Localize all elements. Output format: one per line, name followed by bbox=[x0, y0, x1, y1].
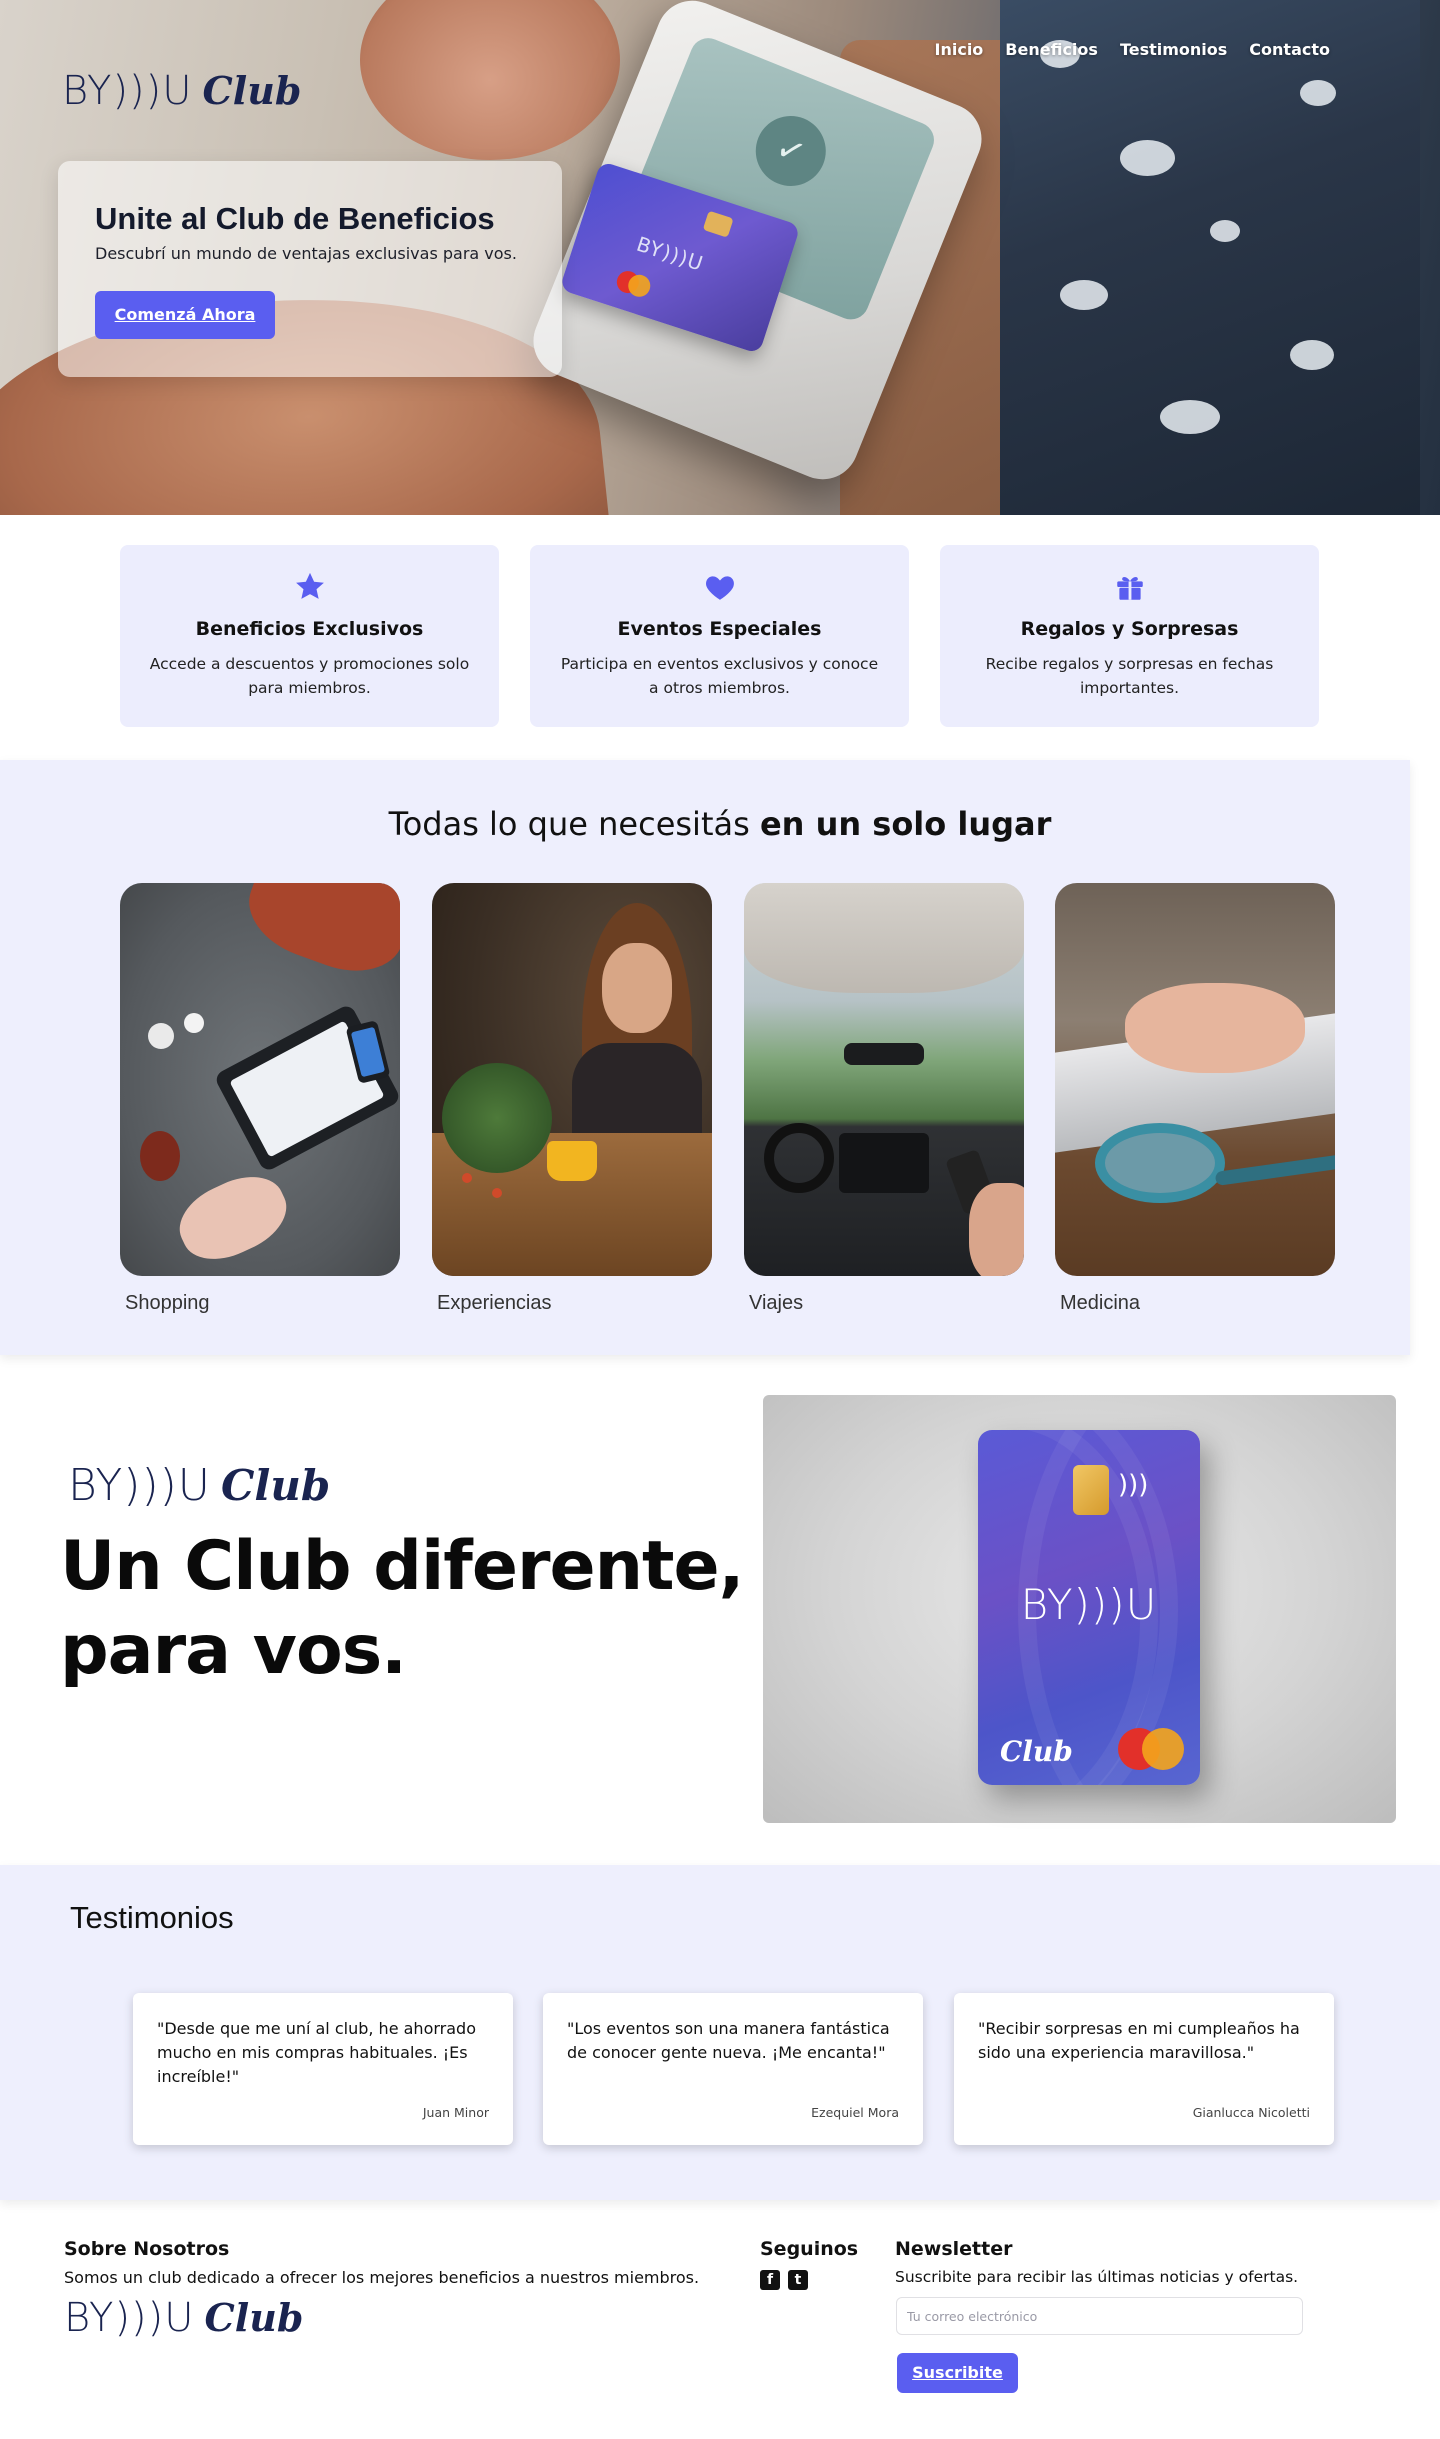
hero-photo-hand-top bbox=[360, 0, 620, 160]
testimonial-quote: "Los eventos son una manera fantástica d… bbox=[567, 2019, 890, 2062]
social-links: f t bbox=[760, 2270, 808, 2290]
feature-card-regalos: Regalos y Sorpresas Recibe regalos y sor… bbox=[940, 545, 1319, 727]
category-label: Medicina bbox=[1060, 1292, 1141, 1314]
category-label: Viajes bbox=[749, 1292, 804, 1314]
footer-logo[interactable]: BY)))U Club bbox=[64, 2295, 303, 2341]
category-medicina[interactable]: Medicina bbox=[1055, 883, 1335, 1315]
testimonial-card: "Los eventos son una manera fantástica d… bbox=[543, 1993, 923, 2145]
category-photo-medicina bbox=[1055, 883, 1335, 1276]
feature-card-eventos: Eventos Especiales Participa en eventos … bbox=[530, 545, 909, 727]
hero-title: Unite al Club de Beneficios bbox=[95, 201, 495, 236]
testimonial-author: Gianlucca Nicoletti bbox=[1192, 2105, 1310, 2120]
testimonial-card: "Recibir sorpresas en mi cumpleaños ha s… bbox=[954, 1993, 1334, 2145]
testimonials-section: Testimonios "Desde que me uní al club, h… bbox=[0, 1865, 1440, 2200]
club-card-image: ))) BY)))U Club bbox=[978, 1430, 1200, 1785]
features-section: Beneficios Exclusivos Accede a descuento… bbox=[120, 545, 1320, 727]
newsletter-title: Newsletter bbox=[895, 2238, 1013, 2260]
testimonials-title: Testimonios bbox=[70, 1900, 234, 1935]
category-label: Experiencias bbox=[437, 1292, 552, 1314]
category-photo-experiencias bbox=[432, 883, 712, 1276]
about-headline-line2: para vos. bbox=[60, 1611, 407, 1690]
page: ✓ BY)))U Inicio Beneficios Testimonios C… bbox=[0, 0, 1440, 2439]
hero-card-brand: BY)))U bbox=[633, 231, 707, 276]
category-photo-viajes bbox=[744, 883, 1024, 1276]
club-card-brand: BY)))U bbox=[1020, 1580, 1158, 1629]
feature-text: Participa en eventos exclusivos y conoce… bbox=[560, 655, 879, 697]
logo-club: Club bbox=[220, 1461, 331, 1510]
testimonial-author: Juan Minor bbox=[422, 2105, 489, 2120]
categories-title-regular: Todas lo que necesitás bbox=[388, 805, 760, 843]
category-shopping[interactable]: Shopping bbox=[120, 883, 400, 1315]
feature-text: Accede a descuentos y promociones solo p… bbox=[149, 655, 470, 697]
facebook-icon[interactable]: f bbox=[760, 2270, 780, 2290]
club-card-club: Club bbox=[1000, 1735, 1073, 1768]
nav-link-inicio[interactable]: Inicio bbox=[935, 40, 984, 59]
nav-link-contacto[interactable]: Contacto bbox=[1249, 40, 1330, 59]
logo-wordmark: BY)))U bbox=[68, 1460, 211, 1511]
logo-club: Club bbox=[204, 2295, 304, 2340]
card-chip-icon bbox=[702, 210, 734, 238]
start-now-button[interactable]: Comenzá Ahora bbox=[95, 291, 275, 339]
categories-title-bold: en un solo lugar bbox=[759, 805, 1052, 843]
nav-link-testimonios[interactable]: Testimonios bbox=[1120, 40, 1227, 59]
newsletter-text: Suscribite para recibir las últimas noti… bbox=[895, 2268, 1299, 2286]
newsletter-email-input[interactable] bbox=[896, 2297, 1303, 2335]
club-card-photo: ))) BY)))U Club bbox=[763, 1395, 1396, 1823]
gift-icon bbox=[1116, 577, 1143, 600]
about-headline: Un Club diferente, para vos. bbox=[60, 1525, 744, 1693]
logo-wordmark: BY)))U bbox=[64, 2295, 195, 2341]
about-logo: BY)))U Club bbox=[68, 1460, 330, 1511]
footer-about-text: Somos un club dedicado a ofrecer los mej… bbox=[64, 2268, 700, 2287]
hero-subtitle: Descubrí un mundo de ventajas exclusivas… bbox=[95, 244, 517, 263]
feature-title: Eventos Especiales bbox=[617, 618, 822, 640]
category-experiencias[interactable]: Experiencias bbox=[432, 883, 712, 1315]
heart-icon bbox=[705, 576, 734, 600]
header-logo[interactable]: BY)))U Club bbox=[62, 68, 301, 114]
feature-text: Recibe regalos y sorpresas en fechas imp… bbox=[985, 655, 1274, 697]
mastercard-logo-icon bbox=[613, 268, 655, 300]
feature-card-beneficios: Beneficios Exclusivos Accede a descuento… bbox=[120, 545, 499, 727]
category-viajes[interactable]: Viajes bbox=[744, 883, 1024, 1315]
testimonial-quote: "Desde que me uní al club, he ahorrado m… bbox=[157, 2019, 476, 2086]
categories-title: Todas lo que necesitás en un solo lugar bbox=[0, 805, 1440, 843]
top-nav: Inicio Beneficios Testimonios Contacto bbox=[935, 40, 1331, 59]
logo-club: Club bbox=[202, 68, 302, 113]
footer-social-title: Seguinos bbox=[760, 2238, 859, 2260]
category-photo-shopping bbox=[120, 883, 400, 1276]
feature-title: Regalos y Sorpresas bbox=[1020, 618, 1239, 640]
categories-section: Todas lo que necesitás en un solo lugar … bbox=[0, 760, 1410, 1355]
about-headline-line1: Un Club diferente, bbox=[60, 1527, 744, 1606]
logo-wordmark: BY)))U bbox=[62, 68, 193, 114]
hero-photo-shirt bbox=[1000, 0, 1420, 515]
testimonial-quote: "Recibir sorpresas en mi cumpleaños ha s… bbox=[978, 2019, 1300, 2062]
checkmark-icon: ✓ bbox=[745, 105, 837, 197]
hero-section: ✓ BY)))U Inicio Beneficios Testimonios C… bbox=[0, 0, 1440, 515]
testimonial-author: Ezequiel Mora bbox=[811, 2105, 899, 2120]
testimonial-card: "Desde que me uní al club, he ahorrado m… bbox=[133, 1993, 513, 2145]
card-chip-icon bbox=[1073, 1465, 1109, 1515]
category-label: Shopping bbox=[125, 1292, 210, 1314]
twitter-icon[interactable]: t bbox=[788, 2270, 808, 2290]
subscribe-button[interactable]: Suscribite bbox=[897, 2353, 1018, 2393]
mastercard-logo-icon bbox=[1118, 1728, 1184, 1770]
hero-callout: Unite al Club de Beneficios Descubrí un … bbox=[58, 161, 562, 377]
contactless-icon: ))) bbox=[1118, 1470, 1149, 1500]
footer-about-title: Sobre Nosotros bbox=[64, 2238, 230, 2260]
nav-link-beneficios[interactable]: Beneficios bbox=[1005, 40, 1098, 59]
feature-title: Beneficios Exclusivos bbox=[195, 618, 424, 640]
star-icon bbox=[295, 572, 324, 599]
